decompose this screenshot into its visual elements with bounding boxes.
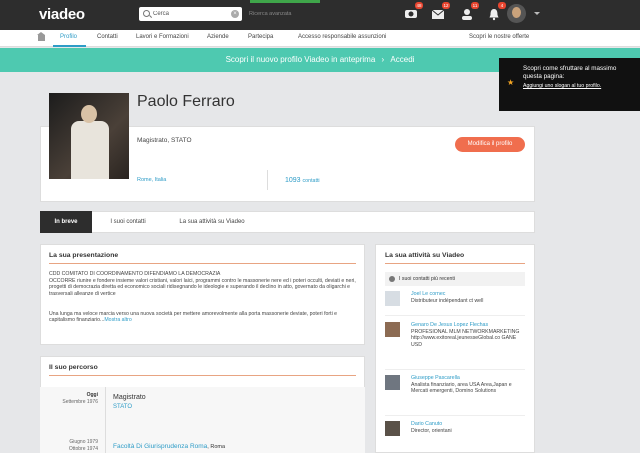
contact-name[interactable]: Genaro De Jesus Lopez Flechas: [411, 322, 488, 328]
nav-item-partecipa[interactable]: Partecipa: [248, 34, 273, 40]
visits-icon[interactable]: 48: [403, 2, 423, 22]
contact-name[interactable]: Giuseppe Pascarella: [411, 375, 460, 381]
career-when-start: Settembre 1976: [62, 399, 98, 405]
divider: [267, 170, 268, 190]
visits-badge: 48: [415, 2, 423, 9]
title-underline: [385, 263, 525, 264]
nav-item-contatti[interactable]: Contatti: [97, 34, 118, 40]
career-item-title: Magistrato: [113, 394, 146, 401]
presentation-line1: CDD COMITATO DI COORDINAMENTO DIFENDIAMO…: [49, 271, 221, 277]
top-bar: viadeo × Ricerca avanzata 48 12 11 4: [0, 0, 640, 30]
nav-item-lavori[interactable]: Lavori e Formazioni: [136, 34, 189, 40]
title-underline: [49, 375, 356, 376]
nav-item-profilo[interactable]: Profilo: [60, 34, 77, 40]
activity-title: La sua attività su Viadeo: [385, 252, 465, 259]
tab-contatti[interactable]: I suoi contatti: [96, 211, 160, 233]
career-when-end: Giugno 1979: [69, 439, 98, 445]
tips-popup: ★ Scopri come sfruttare al massimo quest…: [499, 58, 640, 111]
nav-item-aziende[interactable]: Aziende: [207, 34, 229, 40]
tab-attivita[interactable]: La sua attività su Viadeo: [166, 211, 258, 233]
contact-description: Director, orientani: [411, 428, 452, 434]
banner-link[interactable]: Accedi: [388, 55, 416, 64]
contact-avatar[interactable]: [385, 375, 400, 390]
nav-item-accesso[interactable]: Accesso responsabile assunzioni: [298, 34, 386, 40]
tab-in-breve[interactable]: In breve: [40, 211, 92, 233]
profile-city[interactable]: Rome, Italia: [137, 177, 166, 183]
contact-avatar[interactable]: [385, 291, 400, 306]
career-item-company[interactable]: STATO: [113, 404, 132, 410]
active-tab-indicator: [53, 45, 86, 47]
messages-badge: 12: [442, 2, 450, 9]
presentation-para2-text: Una lunga ma veloce marcia verso una nuo…: [49, 311, 338, 324]
nav-item-offerte[interactable]: Scopri le nostre offerte: [469, 34, 529, 40]
popup-title: Scopri come sfruttare al massimo questa …: [523, 65, 617, 80]
popup-link[interactable]: Aggiungi uno slogan al tuo profilo.: [523, 83, 634, 89]
presentation-para2: Una lunga ma veloce marcia verso una nuo…: [49, 311, 361, 324]
show-more-link[interactable]: Mostra altro: [104, 317, 131, 323]
user-icon: [389, 276, 395, 282]
profile-name: Paolo Ferraro: [137, 93, 235, 110]
divider: [385, 369, 525, 370]
loading-indicator: [250, 0, 320, 3]
chevron-down-icon[interactable]: [534, 12, 540, 15]
main-nav: Profilo Contatti Lavori e Formazioni Azi…: [0, 30, 640, 47]
banner-text: Scopri il nuovo profilo Viadeo in antepr…: [225, 55, 376, 64]
contact-avatar[interactable]: [385, 421, 400, 436]
timeline: [105, 387, 106, 453]
star-icon: ★: [507, 78, 515, 87]
contacts-invite-badge: 11: [471, 2, 479, 9]
career-item-title[interactable]: Facoltà Di Giurisprudenza Roma, Roma: [113, 443, 225, 450]
presentation-para1: OCCORRE riunire e fondere insieme valori…: [49, 278, 356, 297]
contact-description: PROFESIONAL MLM NETWORKMARKETING http://…: [411, 329, 520, 348]
contacts-count-value: 1093: [285, 177, 301, 184]
clear-search-icon[interactable]: ×: [231, 10, 239, 18]
contacts-count[interactable]: 1093 contatti: [285, 177, 320, 184]
career-title: Il suo percorso: [49, 364, 98, 371]
contact-description: Distributeur indépendant ct well: [411, 298, 484, 304]
home-icon[interactable]: [37, 32, 45, 41]
edit-profile-button[interactable]: Modifica il profilo: [455, 137, 525, 152]
notifications-badge: 4: [498, 2, 506, 9]
viadeo-logo[interactable]: viadeo: [39, 6, 85, 23]
contact-avatar[interactable]: [385, 322, 400, 337]
career-item-city: , Roma: [207, 444, 226, 450]
advanced-search-link[interactable]: Ricerca avanzata: [249, 11, 292, 17]
search-input[interactable]: [153, 9, 229, 19]
contact-name[interactable]: Joel Le cornec: [411, 291, 445, 297]
notifications-icon[interactable]: 4: [486, 2, 506, 22]
contact-name[interactable]: Dario Canuto: [411, 421, 442, 427]
title-underline: [49, 263, 356, 264]
presentation-title: La sua presentazione: [49, 252, 119, 259]
career-when-end: Oggi: [86, 392, 98, 398]
search-box[interactable]: ×: [139, 7, 242, 21]
profile-role: Magistrato, STATO: [137, 137, 192, 144]
banner-chevron-icon: ›: [381, 55, 385, 64]
profile-photo[interactable]: [49, 93, 129, 179]
contact-description: Analista finanziario, area USA Area,Japa…: [411, 382, 512, 395]
user-avatar[interactable]: [507, 4, 526, 23]
divider: [385, 415, 525, 416]
career-item-school[interactable]: Facoltà Di Giurisprudenza Roma: [113, 443, 207, 450]
career-when-start: Ottobre 1974: [68, 446, 98, 452]
search-icon: [143, 10, 150, 17]
divider: [385, 315, 525, 316]
contacts-invite-icon[interactable]: 11: [459, 2, 479, 22]
messages-icon[interactable]: 12: [430, 2, 450, 22]
contacts-count-label: contatti: [302, 178, 320, 184]
recent-contacts-header: I suoi contatti più recenti: [385, 272, 525, 286]
